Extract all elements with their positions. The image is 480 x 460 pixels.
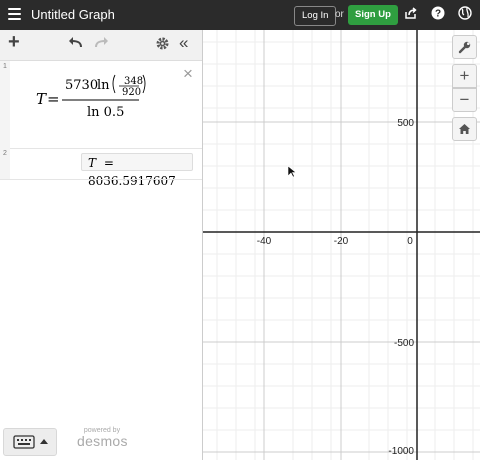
expression-index: 1 (0, 61, 10, 148)
menu-icon[interactable] (8, 8, 21, 20)
collapse-panel-icon[interactable]: « (179, 34, 188, 52)
redo-icon[interactable] (93, 36, 109, 55)
powered-by-desmos[interactable]: powered by desmos (77, 427, 128, 449)
svg-text:?: ? (435, 9, 441, 20)
x-tick-label: -20 (334, 236, 349, 247)
undo-icon[interactable] (68, 36, 84, 55)
graph-settings-wrench-icon[interactable] (452, 35, 477, 59)
y-tick-label: 500 (397, 118, 414, 129)
desmos-logo-text: desmos (77, 433, 128, 449)
expression-row-2[interactable]: 2 (0, 148, 202, 180)
expression-index: 2 (0, 148, 10, 179)
keyboard-icon (13, 435, 35, 449)
mouse-cursor-icon (287, 165, 297, 178)
fraction-denominator: 920 (122, 87, 141, 98)
formula-denominator: ln 0.5 (87, 105, 124, 120)
zoom-in-button[interactable]: + (452, 64, 477, 88)
expression-row-1[interactable]: 1 × T = 5730 ln 348 920 ln 0.5 T = 8036.… (0, 61, 202, 188)
expression-toolbar: + « (0, 30, 202, 61)
help-icon[interactable]: ? (430, 6, 446, 22)
x-tick-label: -40 (257, 236, 272, 247)
graph-canvas[interactable]: -40 -20 0 500 -500 -1000 (203, 30, 480, 460)
y-tick-label: -500 (394, 338, 414, 349)
globe-icon[interactable] (457, 6, 473, 22)
formula-ln: ln (97, 78, 110, 93)
fraction-numerator: 348 (124, 76, 143, 87)
x-tick-label: 0 (407, 236, 413, 247)
y-tick-label: -1000 (388, 446, 414, 457)
settings-gear-icon[interactable] (155, 36, 170, 56)
formula-equals: = (47, 90, 60, 108)
top-bar: Untitled Graph Log In or Sign Up ? (0, 0, 480, 30)
formula[interactable]: T = 5730 ln 348 920 ln 0.5 (35, 69, 195, 129)
expression-panel: + « 1 × T = 5730 ln 348 920 ln 0.5 T = 8… (0, 30, 203, 460)
add-item-icon[interactable]: + (8, 32, 20, 52)
caret-up-icon (40, 439, 48, 444)
signup-button[interactable]: Sign Up (348, 5, 398, 25)
share-icon[interactable] (403, 6, 419, 22)
formula-coefficient: 5730 (65, 78, 98, 93)
keyboard-toggle-button[interactable] (3, 428, 57, 456)
home-view-icon[interactable] (452, 117, 477, 141)
graph-title[interactable]: Untitled Graph (31, 7, 115, 22)
zoom-out-button[interactable]: − (452, 88, 477, 112)
login-button[interactable]: Log In (294, 6, 337, 26)
formula-lhs: T (36, 90, 47, 108)
or-label: or (335, 9, 344, 20)
